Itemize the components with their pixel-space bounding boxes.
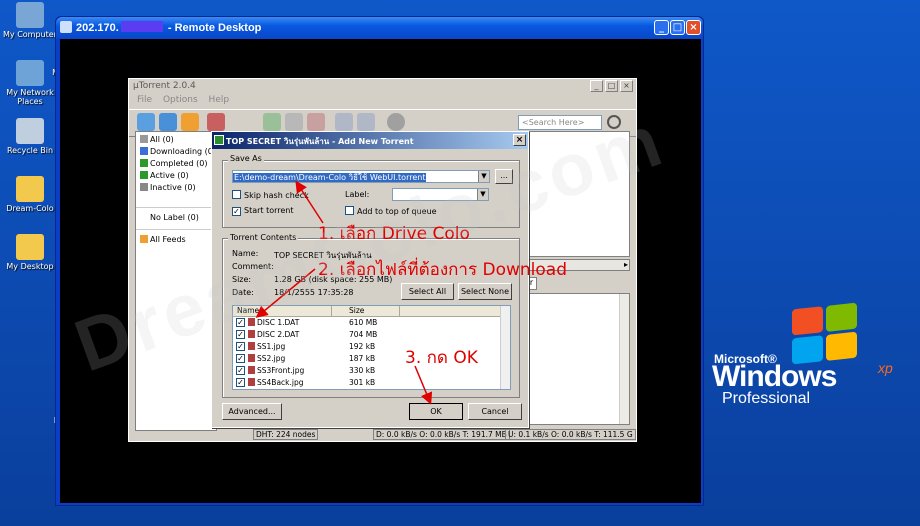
annotation-step1: 1. เลือก Drive Colo: [318, 224, 470, 244]
annotation-step2: 2. เลือกไฟล์ที่ต้องการ Download: [318, 260, 567, 280]
arrow-step2: [255, 268, 316, 318]
arrow-step1: [295, 180, 324, 224]
desktop: My ComputerMy DocumentsMy Network Places…: [0, 0, 920, 526]
annotation-step3: 3. กด OK: [405, 348, 478, 368]
arrow-step3: [414, 365, 433, 405]
